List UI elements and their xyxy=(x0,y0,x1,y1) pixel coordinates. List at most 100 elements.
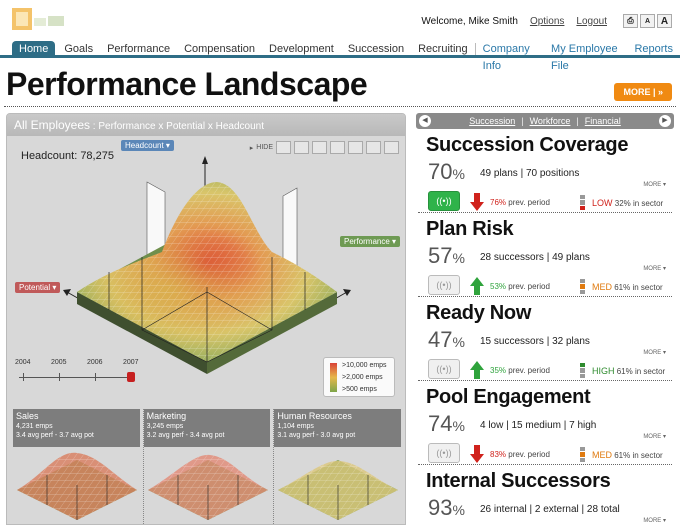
tab-workforce[interactable]: Workforce xyxy=(530,116,571,126)
slider-tick xyxy=(23,373,24,381)
nav-company-info[interactable]: Company Info xyxy=(476,41,544,72)
thumb-name: Human Resources xyxy=(277,411,352,421)
page-title: Performance Landscape xyxy=(6,66,368,102)
move-icon[interactable] xyxy=(366,141,381,154)
thumb-surface xyxy=(147,454,268,520)
trend-value: 76% xyxy=(490,198,507,207)
bar-view-icon[interactable] xyxy=(384,141,399,154)
legend-gradient xyxy=(330,363,337,392)
legend-label: >2,000 emps xyxy=(342,374,383,381)
metric-more-link[interactable]: MORE ▾ xyxy=(643,349,666,356)
sector-level: MED 61% in sector xyxy=(592,450,663,460)
metrics-tabs: ◀ Succession | Workforce | Financial ▶ xyxy=(416,113,674,129)
sector-level: MED 61% in sector xyxy=(592,282,663,292)
nav-succession[interactable]: Succession xyxy=(341,41,411,58)
tab-separator: | xyxy=(576,116,579,126)
metric-percent: 74% xyxy=(428,411,465,437)
trend-label: prev. period xyxy=(506,282,550,291)
more-button[interactable]: MORE | » xyxy=(614,83,672,101)
metric-more-link[interactable]: MORE ▾ xyxy=(643,517,666,524)
thumb-avg: 3.1 avg perf - 3.0 avg pot xyxy=(277,432,356,439)
slider-tick xyxy=(95,373,96,381)
metrics-list: Succession Coverage 70% 49 plans | 70 posi… xyxy=(416,129,674,525)
tab-succession[interactable]: Succession xyxy=(469,116,515,126)
sector-value: 61% in sector xyxy=(612,451,663,460)
text-smaller-icon[interactable]: A xyxy=(640,14,655,28)
nav-my-employee-file[interactable]: My Employee File xyxy=(544,41,627,72)
signal-icon[interactable]: ((•)) xyxy=(428,275,460,295)
slider-track xyxy=(19,377,131,378)
metric-value: 70 xyxy=(428,159,453,184)
metric-name: Pool Engagement xyxy=(426,386,591,408)
metric-card: Internal Successors 93% 26 internal | 2 ex… xyxy=(418,465,672,525)
thumb-emps: 1,104 emps xyxy=(277,423,314,430)
nav-performance[interactable]: Performance xyxy=(100,41,177,58)
level-icon xyxy=(580,195,585,210)
metric-more-link[interactable]: MORE ▾ xyxy=(643,181,666,188)
landscape-panel: All Employees : Performance x Potential … xyxy=(6,113,406,525)
metric-percent: 70% xyxy=(428,159,465,185)
previous-period: 53% prev. period xyxy=(490,282,550,291)
level-icon xyxy=(580,363,585,378)
hide-icon[interactable]: ▸ xyxy=(250,144,254,152)
sector-level: LOW 32% in sector xyxy=(592,198,663,208)
logout-link[interactable]: Logout xyxy=(576,16,607,27)
potential-axis-dropdown[interactable]: Potential ▾ xyxy=(15,282,61,293)
trend-value: 83% xyxy=(490,450,507,459)
metric-card: Ready Now 47% 15 successors | 32 plans MORE… xyxy=(418,297,672,381)
welcome-text: Welcome, Mike Smith xyxy=(421,15,518,27)
year-slider[interactable]: 2004 2005 2006 2007 xyxy=(15,359,139,389)
trend-value: 35% xyxy=(490,366,507,375)
trend-up-icon xyxy=(470,361,484,379)
performance-axis-dropdown[interactable]: Performance ▾ xyxy=(340,236,401,247)
nav-recruiting[interactable]: Recruiting xyxy=(411,41,475,58)
nav-reports[interactable]: Reports xyxy=(627,41,680,58)
thumb-marketing[interactable]: Marketing 3,245 emps 3.2 avg perf - 3.4 … xyxy=(142,409,271,524)
page-tools: ⎙ A A xyxy=(623,14,672,28)
level-icon xyxy=(580,447,585,462)
metric-detail: 26 internal | 2 external | 28 total xyxy=(480,504,620,515)
year-label: 2006 xyxy=(87,359,103,366)
thumb-name: Sales xyxy=(16,411,39,421)
nav-development[interactable]: Development xyxy=(262,41,341,58)
percent-sign: % xyxy=(452,334,465,350)
landscape-surface[interactable] xyxy=(47,152,357,382)
metric-more-link[interactable]: MORE ▾ xyxy=(643,265,666,272)
nav-home[interactable]: Home xyxy=(12,41,56,58)
tab-financial[interactable]: Financial xyxy=(585,116,621,126)
print-icon[interactable]: ⎙ xyxy=(623,14,638,28)
headcount-legend: >10,000 emps >2,000 emps >500 emps xyxy=(323,357,395,397)
trend-down-icon xyxy=(470,445,484,463)
thumb-info: Marketing 3,245 emps 3.2 avg perf - 3.4 … xyxy=(143,409,271,447)
sector-value: 61% in sector xyxy=(614,367,666,376)
legend-label: >500 emps xyxy=(342,386,377,393)
next-arrow-icon[interactable]: ▶ xyxy=(659,115,671,127)
signal-icon[interactable]: ((•)) xyxy=(428,359,460,379)
percent-sign: % xyxy=(452,502,465,518)
metric-more-link[interactable]: MORE ▾ xyxy=(643,433,666,440)
level-value: MED xyxy=(592,282,612,292)
text-larger-icon[interactable]: A xyxy=(657,14,672,28)
metric-card: Succession Coverage 70% 49 plans | 70 posi… xyxy=(418,129,672,213)
level-icon xyxy=(580,279,585,294)
thumb-sales[interactable]: Sales 4,231 emps 3.4 avg perf - 3.7 avg … xyxy=(13,409,140,524)
hide-toggle[interactable]: HIDE xyxy=(256,144,273,151)
thumb-human-resources[interactable]: Human Resources 1,104 emps 3.1 avg perf … xyxy=(273,409,402,524)
prev-arrow-icon[interactable]: ◀ xyxy=(419,115,431,127)
sector-level: HIGH 61% in sector xyxy=(592,366,665,376)
nav-goals[interactable]: Goals xyxy=(57,41,100,58)
signal-icon[interactable]: ((•)) xyxy=(428,191,460,211)
percent-sign: % xyxy=(452,418,465,434)
options-link[interactable]: Options xyxy=(530,16,564,27)
signal-icon[interactable]: ((•)) xyxy=(428,443,460,463)
slider-handle[interactable] xyxy=(127,372,135,382)
trend-label: prev. period xyxy=(506,450,550,459)
metric-detail: 4 low | 15 medium | 7 high xyxy=(480,420,597,431)
sector-value: 61% in sector xyxy=(612,283,663,292)
year-label: 2005 xyxy=(51,359,67,366)
trend-value: 53% xyxy=(490,282,507,291)
nav-compensation[interactable]: Compensation xyxy=(177,41,262,58)
company-logo xyxy=(10,6,74,32)
headcount-axis-dropdown[interactable]: Headcount ▾ xyxy=(121,140,174,151)
metric-percent: 57% xyxy=(428,243,465,269)
